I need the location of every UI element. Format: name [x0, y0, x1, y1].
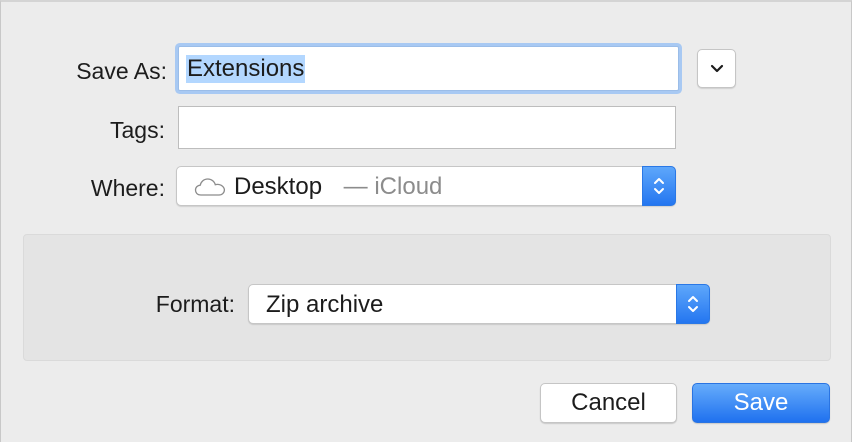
- cancel-button[interactable]: Cancel: [540, 383, 677, 423]
- expand-dialog-button[interactable]: [697, 49, 736, 88]
- cloud-icon: [194, 178, 226, 196]
- tags-input[interactable]: [179, 107, 675, 148]
- up-down-chevron-icon: [654, 178, 664, 194]
- tags-field[interactable]: [178, 106, 676, 149]
- where-location: Desktop: [234, 173, 323, 200]
- where-label: Where:: [90, 175, 165, 201]
- where-popup[interactable]: Desktop — iCloud: [176, 166, 676, 206]
- format-label: Format:: [155, 291, 235, 317]
- save-button[interactable]: Save: [692, 383, 830, 423]
- save-as-field[interactable]: Extensions: [178, 46, 679, 91]
- format-selected: Zip archive: [266, 291, 384, 318]
- save-as-value: Extensions: [186, 55, 306, 83]
- tags-label: Tags:: [110, 117, 165, 143]
- where-service-text: — iCloud: [337, 173, 443, 201]
- format-stepper[interactable]: [676, 284, 710, 324]
- where-separator: —: [337, 173, 375, 200]
- where-stepper[interactable]: [642, 166, 676, 206]
- up-down-chevron-icon: [688, 296, 698, 312]
- save-dialog: Save As: Extensions Tags: Where: Desktop…: [0, 0, 852, 442]
- format-popup[interactable]: Zip archive: [248, 284, 710, 324]
- chevron-down-icon: [710, 64, 723, 73]
- save-as-label: Save As:: [76, 58, 167, 84]
- where-service: iCloud: [374, 173, 443, 200]
